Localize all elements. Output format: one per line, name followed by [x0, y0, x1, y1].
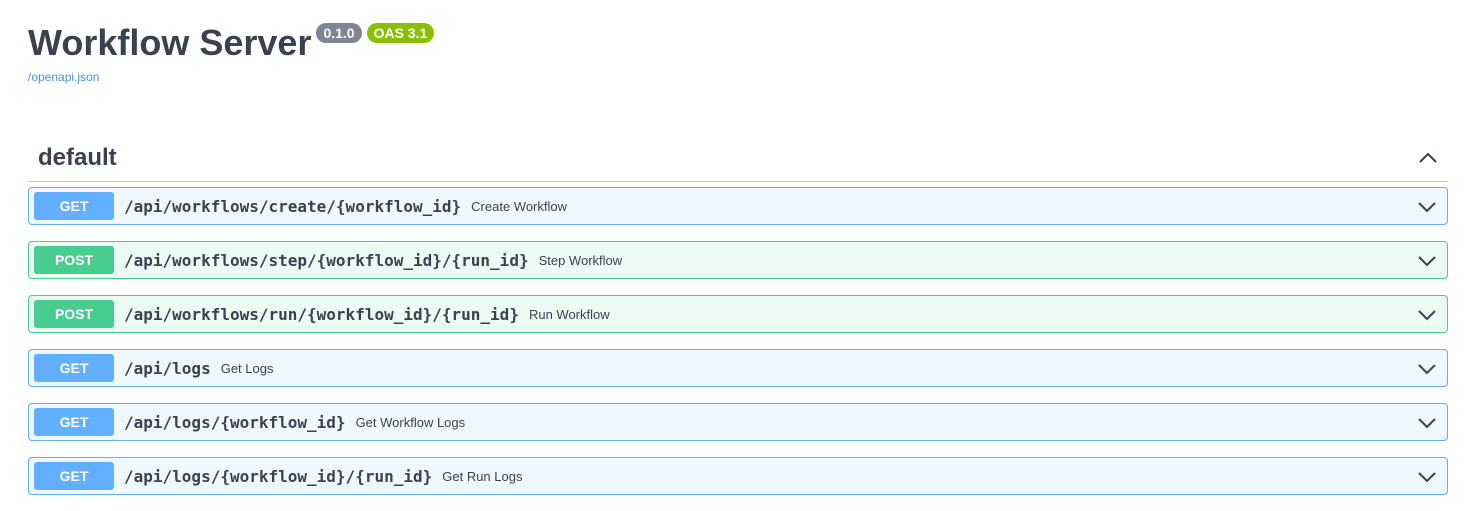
chevron-down-icon[interactable] — [1417, 251, 1437, 271]
operation-summary: Get Workflow Logs — [355, 414, 466, 430]
method-badge: GET — [34, 408, 114, 436]
method-badge: GET — [34, 354, 114, 382]
operation-summary: Create Workflow — [471, 198, 567, 214]
operation-path: /api/logs/{workflow_id} — [124, 412, 346, 432]
operation-summary: Run Workflow — [528, 306, 610, 322]
operation-get-run-logs[interactable]: GET /api/logs/{workflow_id}/{run_id} Get… — [28, 457, 1448, 495]
chevron-down-icon[interactable] — [1417, 413, 1437, 433]
page-title: Workflow Server — [28, 22, 312, 63]
operation-path: /api/logs/{workflow_id}/{run_id} — [124, 466, 433, 486]
operation-get-logs[interactable]: GET /api/logs Get Logs — [28, 349, 1448, 387]
method-badge: GET — [34, 192, 114, 220]
operation-summary: Get Run Logs — [442, 468, 523, 484]
version-badge: 0.1.0 — [316, 23, 362, 43]
method-badge: GET — [34, 462, 114, 490]
operation-path: /api/workflows/create/{workflow_id} — [124, 196, 462, 216]
operation-summary: Get Logs — [220, 360, 274, 376]
operation-path: /api/workflows/run/{workflow_id}/{run_id… — [124, 304, 519, 324]
operation-create-workflow[interactable]: GET /api/workflows/create/{workflow_id} … — [28, 187, 1448, 225]
openapi-spec-link[interactable]: /openapi.json — [28, 70, 99, 84]
operation-path: /api/logs — [124, 358, 211, 378]
chevron-down-icon[interactable] — [1417, 197, 1437, 217]
operation-summary: Step Workflow — [538, 252, 623, 268]
method-badge: POST — [34, 246, 114, 274]
operation-step-workflow[interactable]: POST /api/workflows/step/{workflow_id}/{… — [28, 241, 1448, 279]
operations-section: default GET /api/workflows/create/{workf… — [28, 134, 1448, 495]
operation-run-workflow[interactable]: POST /api/workflows/run/{workflow_id}/{r… — [28, 295, 1448, 333]
section-title: default — [38, 143, 117, 171]
oas-badge: OAS 3.1 — [366, 23, 435, 43]
operation-path: /api/workflows/step/{workflow_id}/{run_i… — [124, 250, 529, 270]
chevron-down-icon[interactable] — [1417, 359, 1437, 379]
chevron-down-icon[interactable] — [1417, 305, 1437, 325]
section-header-default[interactable]: default — [28, 134, 1448, 182]
chevron-down-icon[interactable] — [1417, 467, 1437, 487]
chevron-up-icon[interactable] — [1418, 148, 1438, 168]
api-info: Workflow Server 0.1.0 OAS 3.1 /openapi.j… — [28, 20, 435, 86]
method-badge: POST — [34, 300, 114, 328]
title-row: Workflow Server 0.1.0 OAS 3.1 — [28, 20, 435, 66]
operation-get-workflow-logs[interactable]: GET /api/logs/{workflow_id} Get Workflow… — [28, 403, 1448, 441]
